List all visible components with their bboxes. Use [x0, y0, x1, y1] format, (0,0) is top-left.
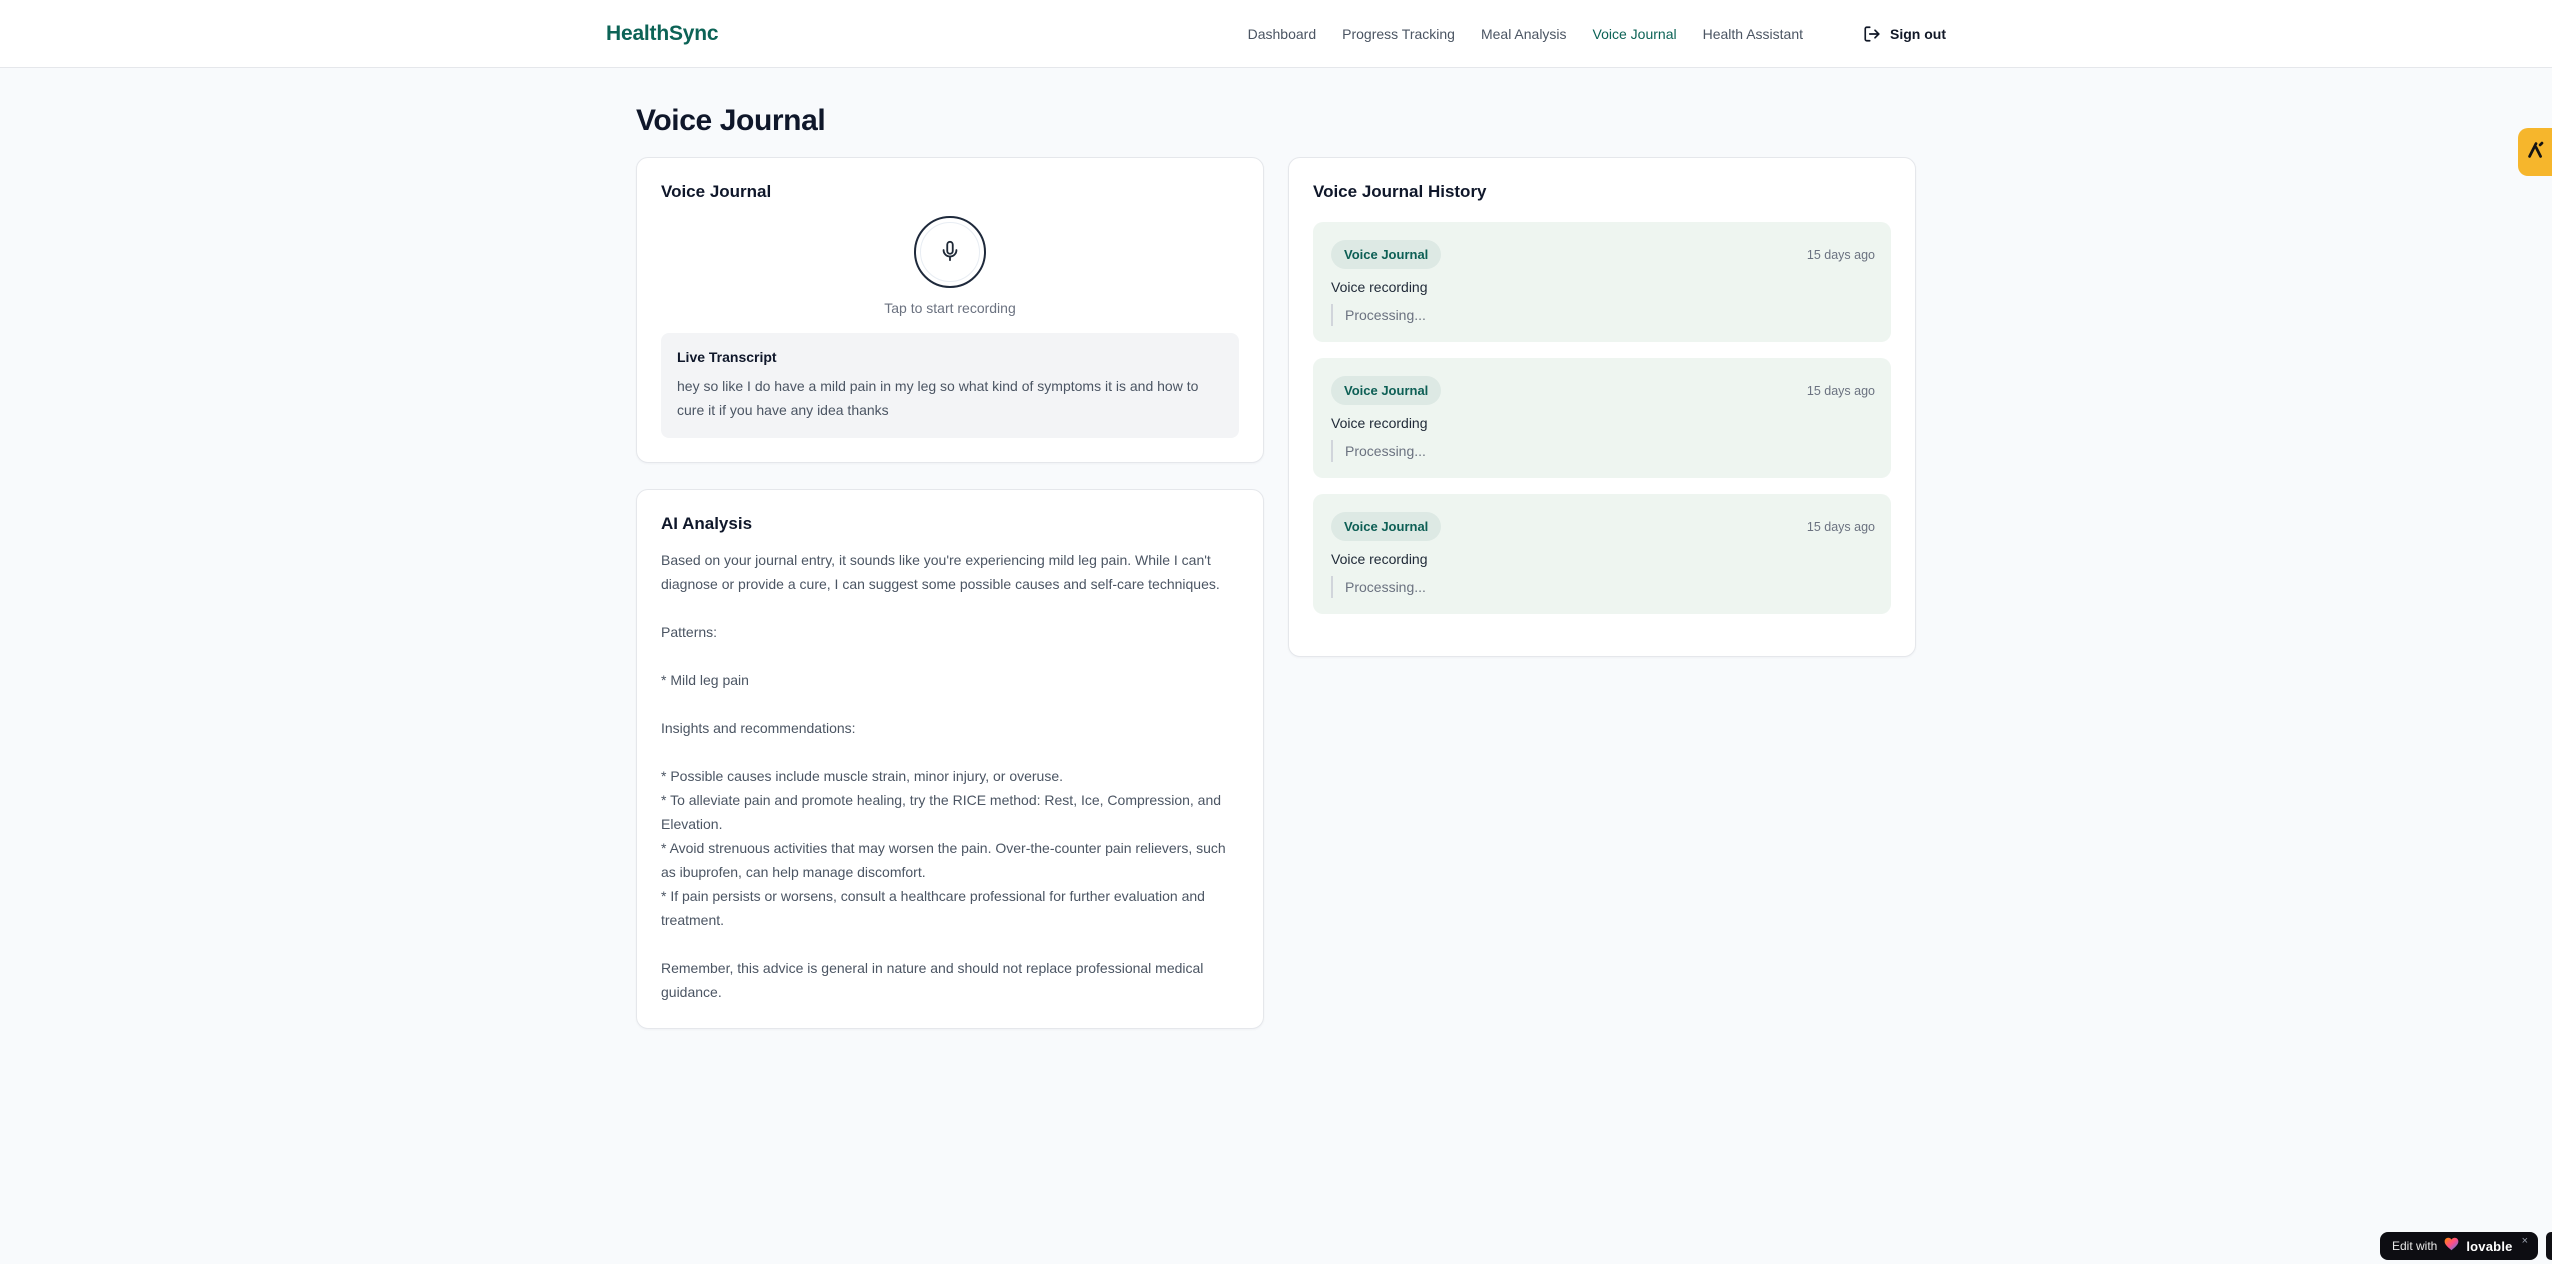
page-title: Voice Journal: [636, 104, 826, 137]
right-column: Voice Journal History Voice Journal 15 d…: [1288, 157, 1916, 657]
brand-logo[interactable]: HealthSync: [606, 22, 719, 46]
history-entry-header: Voice Journal 15 days ago: [1331, 240, 1875, 269]
nav-item-progress-tracking[interactable]: Progress Tracking: [1342, 26, 1455, 42]
edit-with-lovable-badge[interactable]: Edit with lovable ×: [2380, 1232, 2538, 1260]
entry-status: Processing...: [1331, 440, 1875, 462]
history-entry[interactable]: Voice Journal 15 days ago Voice recordin…: [1313, 494, 1891, 614]
lovable-heart-icon: [2444, 1237, 2459, 1256]
history-entry[interactable]: Voice Journal 15 days ago Voice recordin…: [1313, 222, 1891, 342]
recorder-card-title: Voice Journal: [661, 182, 772, 201]
main-nav: Dashboard Progress Tracking Meal Analysi…: [1248, 25, 1946, 43]
sign-out-label: Sign out: [1890, 25, 1946, 42]
nav-item-voice-journal[interactable]: Voice Journal: [1593, 26, 1677, 42]
history-card-title: Voice Journal History: [1313, 182, 1487, 201]
ai-analysis-body: Based on your journal entry, it sounds l…: [661, 552, 1226, 1000]
nav-item-meal-analysis[interactable]: Meal Analysis: [1481, 26, 1567, 42]
mic-area: Tap to start recording: [661, 216, 1239, 316]
entry-type-badge: Voice Journal: [1331, 376, 1442, 405]
ai-analysis-card: AI Analysis Based on your journal entry,…: [636, 489, 1264, 1029]
nav-item-health-assistant[interactable]: Health Assistant: [1703, 26, 1803, 42]
edge-floating-badge[interactable]: [2518, 128, 2552, 176]
content-grid: Voice Journal Tap to start recording Liv…: [636, 157, 1916, 1029]
corner-collapsed-badge[interactable]: [2546, 1232, 2552, 1260]
entry-timestamp: 15 days ago: [1806, 247, 1875, 262]
record-hint: Tap to start recording: [884, 300, 1016, 316]
entry-status: Processing...: [1331, 576, 1875, 598]
entry-label: Voice recording: [1331, 415, 1428, 431]
live-transcript-box: Live Transcript hey so like I do have a …: [661, 333, 1239, 438]
entry-type-badge: Voice Journal: [1331, 240, 1442, 269]
history-list: Voice Journal 15 days ago Voice recordin…: [1313, 222, 1891, 614]
badge-close-icon[interactable]: ×: [2522, 1235, 2528, 1247]
mic-icon: [939, 240, 961, 265]
edit-with-label: Edit with: [2392, 1239, 2438, 1253]
lovable-brand-label: lovable: [2466, 1238, 2513, 1254]
entry-type-badge: Voice Journal: [1331, 512, 1442, 541]
nav-item-dashboard[interactable]: Dashboard: [1248, 26, 1317, 42]
main-content: Voice Journal Voice Journal Tap to start…: [636, 104, 1916, 1029]
voice-journal-history-card: Voice Journal History Voice Journal 15 d…: [1288, 157, 1916, 657]
live-transcript-text: hey so like I do have a mild pain in my …: [677, 378, 1199, 418]
entry-timestamp: 15 days ago: [1806, 519, 1875, 534]
entry-status: Processing...: [1331, 304, 1875, 326]
history-entry-header: Voice Journal 15 days ago: [1331, 512, 1875, 541]
navbar-inner: HealthSync Dashboard Progress Tracking M…: [606, 22, 1946, 46]
sign-out-button[interactable]: Sign out: [1863, 25, 1946, 43]
edge-badge-logo-icon: [2525, 139, 2547, 166]
logout-icon: [1863, 25, 1881, 43]
history-entry-header: Voice Journal 15 days ago: [1331, 376, 1875, 405]
entry-label: Voice recording: [1331, 551, 1428, 567]
entry-timestamp: 15 days ago: [1806, 383, 1875, 398]
record-button[interactable]: [914, 216, 986, 288]
entry-label: Voice recording: [1331, 279, 1428, 295]
voice-recorder-card: Voice Journal Tap to start recording Liv…: [636, 157, 1264, 463]
left-column: Voice Journal Tap to start recording Liv…: [636, 157, 1264, 1029]
top-navbar: HealthSync Dashboard Progress Tracking M…: [0, 0, 2552, 68]
live-transcript-title: Live Transcript: [677, 349, 777, 365]
ai-analysis-title: AI Analysis: [661, 514, 753, 533]
history-entry[interactable]: Voice Journal 15 days ago Voice recordin…: [1313, 358, 1891, 478]
